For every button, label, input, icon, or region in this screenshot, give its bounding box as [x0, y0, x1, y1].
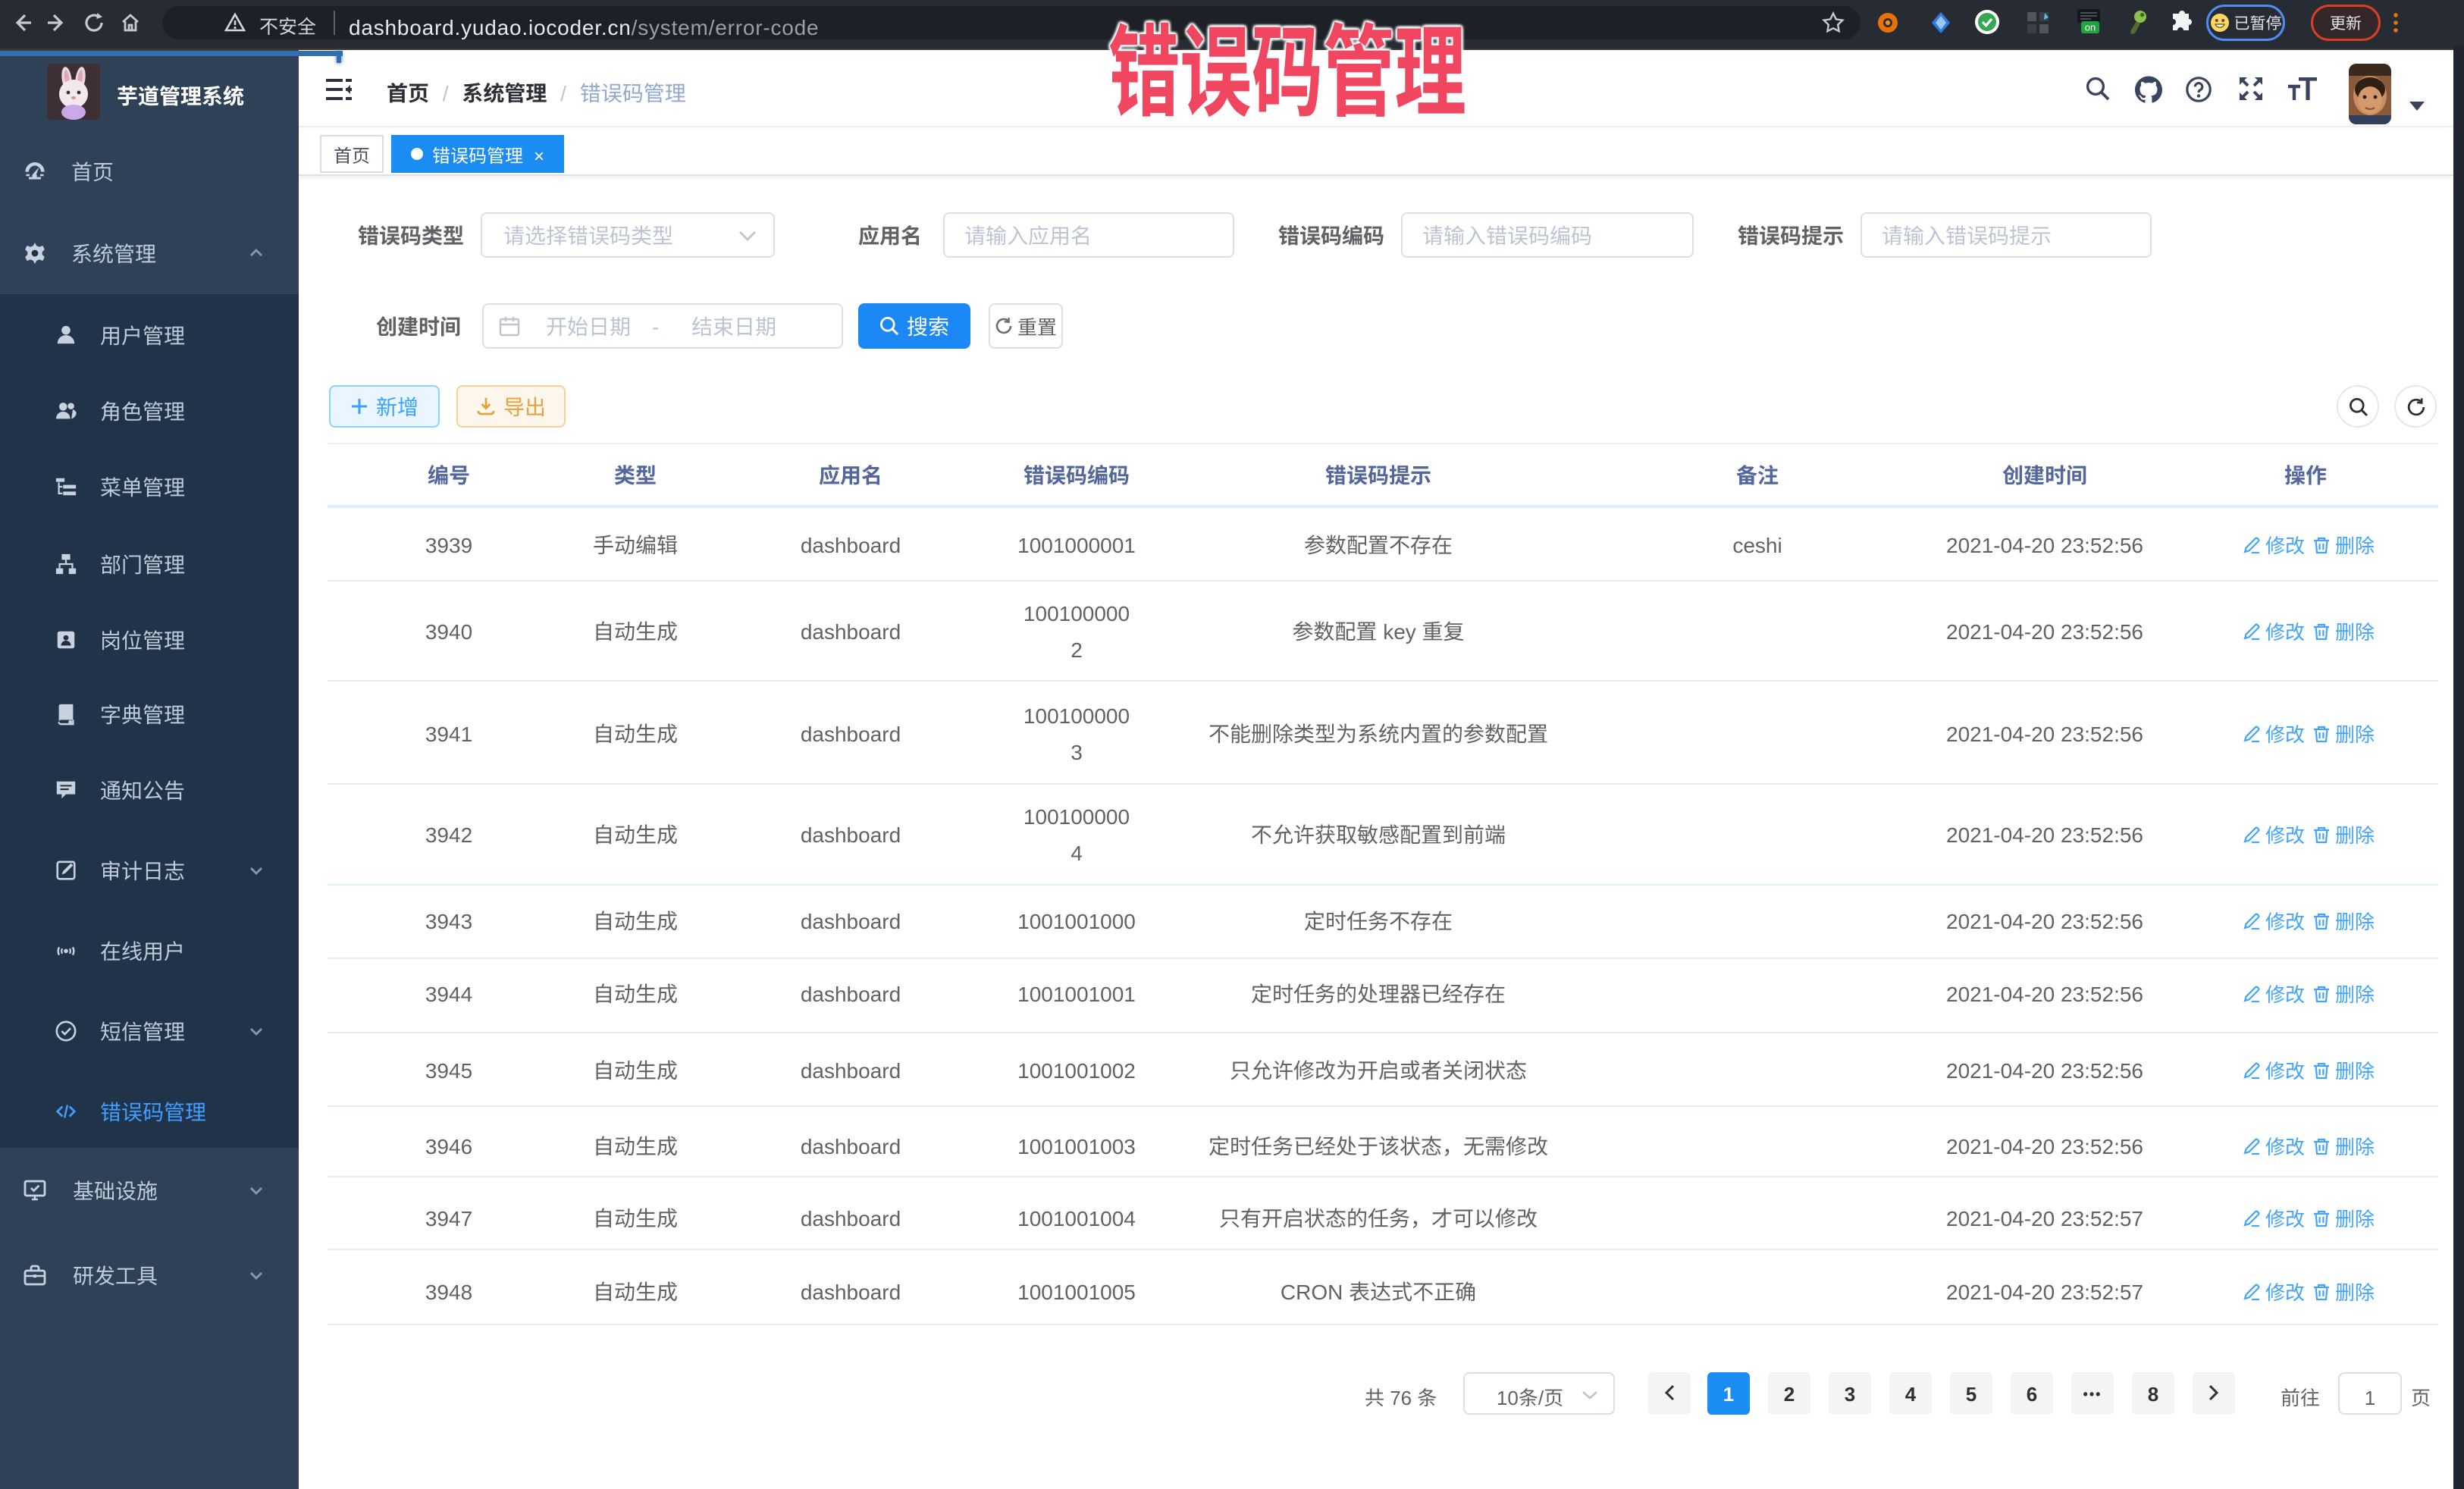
svg-text:on: on	[2085, 22, 2096, 33]
